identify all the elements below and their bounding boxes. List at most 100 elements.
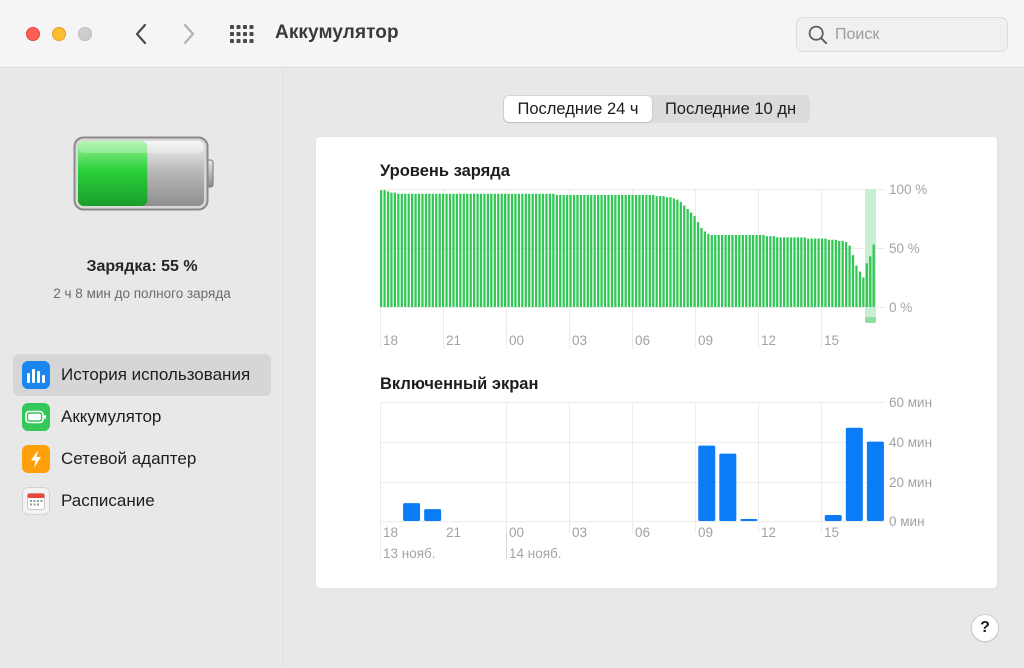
battery-level-bar	[524, 193, 527, 307]
battery-level-bar	[872, 244, 875, 307]
battery-level-bar	[473, 193, 476, 307]
minimize-window-button[interactable]	[52, 27, 66, 41]
show-all-button[interactable]	[229, 22, 255, 46]
battery-x-tick-label: 09	[698, 333, 713, 348]
battery-level-bar	[686, 209, 689, 307]
battery-level-bar	[621, 194, 624, 307]
battery-level-bar	[659, 196, 662, 307]
battery-level-bar	[535, 193, 538, 307]
battery-level-bar	[669, 197, 672, 307]
screen-on-bar	[403, 503, 421, 521]
battery-level-bar	[493, 193, 496, 307]
screen-y-tick-label: 20 мин	[889, 475, 932, 490]
tab-last-10-days[interactable]: Последние 10 дн	[652, 96, 809, 122]
battery-level-bar	[690, 212, 693, 307]
battery-level-bar	[576, 194, 579, 307]
battery-level-bar	[762, 235, 765, 307]
battery-level-bar	[431, 193, 434, 307]
battery-icon	[22, 403, 50, 431]
screen-x-tick-label: 09	[698, 525, 713, 540]
close-window-button[interactable]	[26, 27, 40, 41]
battery-level-bar	[455, 193, 459, 307]
forward-button[interactable]	[175, 20, 203, 48]
battery-level-bar	[517, 193, 521, 307]
battery-level-bar	[748, 235, 751, 307]
battery-level-bar	[400, 193, 403, 307]
search-field[interactable]	[796, 17, 1008, 52]
battery-level-bar	[545, 193, 548, 307]
battery-level-bar	[851, 255, 855, 307]
battery-level-bar	[710, 235, 713, 307]
battery-level-bar	[679, 201, 682, 307]
battery-x-tick-label: 15	[824, 333, 839, 348]
battery-level-bar	[717, 235, 720, 307]
battery-level-bar	[641, 194, 645, 307]
battery-level-bar	[445, 193, 448, 307]
screen-y-tick-label: 0 мин	[889, 514, 925, 529]
battery-level-bar	[845, 242, 848, 307]
battery-level-bar	[438, 193, 441, 307]
battery-level-bar	[586, 194, 589, 307]
battery-level-bar	[386, 191, 390, 307]
battery-level-bar	[459, 193, 462, 307]
battery-level-bar	[786, 237, 789, 307]
sidebar-item-label: История использования	[61, 365, 251, 384]
screen-on-title: Включенный экран	[380, 375, 538, 393]
battery-level-bar	[541, 193, 545, 307]
battery-level-bar	[676, 199, 679, 307]
battery-level-bar	[500, 193, 503, 307]
sidebar-item-label: Аккумулятор	[61, 407, 162, 426]
power-adapter-icon	[22, 445, 50, 473]
battery-level-bar	[607, 194, 610, 307]
battery-level-bar	[555, 194, 558, 307]
battery-level-bar	[814, 238, 817, 307]
back-button[interactable]	[127, 20, 155, 48]
battery-level-bar	[579, 194, 583, 307]
battery-level-bar	[734, 235, 738, 307]
screen-on-bar	[719, 453, 737, 521]
search-input[interactable]	[835, 25, 995, 45]
battery-level-bar	[566, 194, 569, 307]
battery-level-bar	[693, 216, 696, 307]
battery-level-bar	[476, 193, 479, 307]
battery-level-bar	[779, 237, 782, 307]
battery-level-bar	[796, 237, 800, 307]
chevron-left-icon	[135, 23, 147, 45]
help-button[interactable]: ?	[971, 614, 999, 642]
window-title: Аккумулятор	[275, 22, 399, 43]
battery-level-bar	[741, 235, 744, 307]
zoom-window-button[interactable]	[78, 27, 92, 41]
battery-level-bar	[834, 239, 837, 307]
battery-level-bar	[803, 237, 806, 307]
battery-level-bar	[721, 235, 724, 307]
battery-level-bar	[696, 222, 700, 307]
screen-y-tick-label: 60 мин	[889, 395, 932, 410]
screen-date-label: 14 нояб.	[509, 546, 562, 561]
screen-x-tick-label: 18	[383, 525, 398, 540]
screen-on-bar	[824, 515, 842, 521]
battery-level-bar	[731, 235, 734, 307]
battery-level-bar	[521, 193, 524, 307]
battery-level-bar	[765, 236, 769, 307]
battery-level-bar	[758, 235, 762, 307]
sidebar-item-schedule[interactable]: Расписание	[13, 480, 271, 522]
battery-level-bar	[772, 236, 775, 307]
battery-level-bar	[665, 197, 669, 307]
battery-level-bar	[631, 194, 634, 307]
battery-level-bar	[624, 194, 627, 307]
battery-level-bar	[869, 256, 872, 307]
tab-last-24-hours[interactable]: Последние 24 ч	[504, 96, 652, 122]
sidebar-item-battery[interactable]: Аккумулятор	[13, 396, 271, 438]
battery-level-bar	[703, 231, 707, 307]
sidebar-item-usage-history[interactable]: История использования	[13, 354, 271, 396]
battery-level-bar	[390, 192, 393, 307]
sidebar-item-power-adapter[interactable]: Сетевой адаптер	[13, 438, 271, 480]
battery-level-bar	[404, 193, 407, 307]
time-to-full-label: 2 ч 8 мин до полного заряда	[53, 286, 231, 301]
battery-level-bar	[824, 238, 827, 307]
battery-level-bar	[593, 194, 596, 307]
battery-level-bar	[738, 235, 741, 307]
battery-level-bar	[572, 194, 576, 307]
battery-level-bar	[428, 193, 431, 307]
battery-level-title: Уровень заряда	[380, 162, 511, 180]
